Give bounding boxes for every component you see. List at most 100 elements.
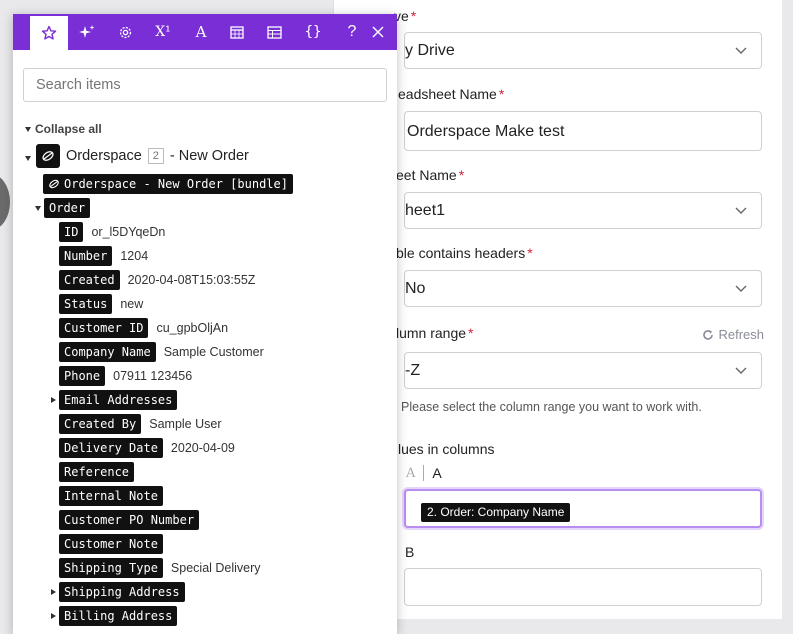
- order-item-row[interactable]: ID or_l5DYqeDn: [59, 222, 165, 242]
- order-item-key[interactable]: Created By: [59, 414, 142, 434]
- column-range-label: lumn range *: [396, 325, 474, 341]
- chevron-down-icon: [735, 285, 747, 292]
- tab-favorites[interactable]: [30, 16, 68, 50]
- module-settings-form: ve * y Drive eadsheet Name * Orderspace Ma…: [333, 0, 782, 619]
- order-item-row[interactable]: Customer Note: [59, 534, 163, 554]
- order-collection[interactable]: Order: [35, 198, 91, 218]
- order-item-row[interactable]: Shipping Type Special Delivery: [59, 558, 261, 578]
- tab-date[interactable]: [218, 14, 256, 50]
- order-item-value: 07911 123456: [113, 369, 193, 383]
- spreadsheet-name-label-text: eadsheet Name: [398, 86, 497, 102]
- sheet-name-select[interactable]: heet1: [404, 192, 762, 229]
- tab-math[interactable]: X¹: [144, 14, 182, 50]
- search-input[interactable]: [23, 68, 387, 102]
- spreadsheet-name-value: Orderspace Make test: [407, 123, 565, 140]
- drive-select[interactable]: y Drive: [404, 32, 762, 69]
- drive-label: ve *: [394, 8, 416, 24]
- order-item-key[interactable]: Internal Note: [59, 486, 163, 506]
- table-icon: [266, 25, 282, 39]
- column-range-hint: Please select the column range you want …: [401, 400, 702, 414]
- column-b-label: B: [405, 544, 415, 560]
- column-a-input[interactable]: 2. Order: Company Name: [404, 489, 762, 528]
- braces-icon: {}: [304, 24, 322, 40]
- tab-ai[interactable]: [68, 14, 106, 50]
- order-item-key[interactable]: Shipping Address: [59, 582, 185, 602]
- order-item-row[interactable]: Company Name Sample Customer: [59, 342, 264, 362]
- order-tag[interactable]: Order: [44, 198, 91, 218]
- column-range-select[interactable]: -Z: [404, 352, 762, 389]
- collapse-all-button[interactable]: Collapse all: [25, 122, 102, 136]
- sheet-name-label: eet Name *: [396, 167, 464, 183]
- mapping-panel: X¹ A {} ? Collapse all Orderspace 2: [13, 14, 397, 634]
- column-range-label-text: lumn range: [396, 325, 467, 341]
- order-item-key[interactable]: Created: [59, 270, 120, 290]
- order-item-key[interactable]: Number: [59, 246, 113, 266]
- contains-headers-value: No: [405, 280, 426, 297]
- order-item-row[interactable]: Created By Sample User: [59, 414, 222, 434]
- caret-right-icon[interactable]: [51, 589, 56, 595]
- module-suffix: - New Order: [169, 148, 249, 164]
- order-item-key[interactable]: Company Name: [59, 342, 156, 362]
- order-item-row[interactable]: Status new: [59, 294, 143, 314]
- sheet-name-label-text: eet Name: [396, 167, 457, 183]
- sheet-name-value: heet1: [405, 202, 446, 219]
- close-button[interactable]: [359, 14, 397, 50]
- caret-right-icon[interactable]: [51, 613, 56, 619]
- order-item-key[interactable]: Phone: [59, 366, 106, 386]
- order-item-row[interactable]: Shipping Address: [51, 582, 185, 602]
- order-item-row[interactable]: Delivery Date 2020-04-09: [59, 438, 235, 458]
- text-type-icon: A: [406, 465, 416, 481]
- divider: [423, 465, 425, 481]
- order-item-row[interactable]: Created 2020-04-08T15:03:55Z: [59, 270, 255, 290]
- contains-headers-select[interactable]: No: [404, 270, 762, 307]
- orderspace-logo-icon: [36, 144, 60, 168]
- column-b-input[interactable]: [404, 568, 762, 606]
- order-item-value: 2020-04-09: [170, 441, 235, 455]
- drive-value: y Drive: [405, 42, 455, 59]
- order-item-value: cu_gpbOljAn: [156, 321, 229, 335]
- order-item-key[interactable]: Billing Address: [59, 606, 178, 626]
- order-item-row[interactable]: Customer PO Number: [59, 510, 200, 530]
- panel-tab-bar: X¹ A {} ?: [13, 14, 397, 50]
- order-item-key[interactable]: Customer Note: [59, 534, 163, 554]
- bundle-tag[interactable]: Orderspace - New Order [bundle]: [43, 174, 293, 194]
- required-marker: *: [527, 245, 533, 261]
- order-item-key[interactable]: Status: [59, 294, 113, 314]
- order-item-value: or_l5DYqeDn: [91, 225, 166, 239]
- order-item-value: 1204: [120, 249, 149, 263]
- refresh-button[interactable]: Refresh: [702, 327, 764, 342]
- order-item-row[interactable]: Phone 07911 123456: [59, 366, 192, 386]
- order-item-key[interactable]: Delivery Date: [59, 438, 163, 458]
- bundle-item[interactable]: Orderspace - New Order [bundle]: [43, 174, 293, 194]
- order-item-value: 2020-04-08T15:03:55Z: [127, 273, 256, 287]
- refresh-icon: [703, 329, 714, 340]
- order-item-row[interactable]: Reference: [59, 462, 135, 482]
- refresh-label: Refresh: [718, 327, 764, 342]
- tab-functions[interactable]: {}: [294, 14, 332, 50]
- order-item-row[interactable]: Billing Address: [51, 606, 178, 626]
- order-item-row[interactable]: Customer ID cu_gpbOljAn: [59, 318, 228, 338]
- chevron-down-icon: [735, 367, 747, 374]
- tab-array[interactable]: [255, 14, 293, 50]
- order-item-key[interactable]: Email Addresses: [59, 390, 178, 410]
- order-item-key[interactable]: Reference: [59, 462, 135, 482]
- tab-general[interactable]: [106, 14, 144, 50]
- module-node[interactable]: Orderspace 2 - New Order: [25, 144, 249, 168]
- order-item-row[interactable]: Email Addresses: [51, 390, 178, 410]
- order-item-key[interactable]: ID: [59, 222, 84, 242]
- order-item-key[interactable]: Customer PO Number: [59, 510, 200, 530]
- scenario-module-node[interactable]: [0, 174, 10, 230]
- order-item-row[interactable]: Number 1204: [59, 246, 148, 266]
- tab-text[interactable]: A: [182, 14, 220, 50]
- caret-right-icon[interactable]: [51, 397, 56, 403]
- order-item-key[interactable]: Customer ID: [59, 318, 149, 338]
- order-item-row[interactable]: Internal Note: [59, 486, 163, 506]
- column-range-value: -Z: [405, 362, 421, 379]
- sparkle-icon: [79, 25, 95, 38]
- mapped-value-pill[interactable]: 2. Order: Company Name: [421, 503, 571, 522]
- help-icon: ?: [347, 23, 357, 40]
- chevron-down-icon: [735, 47, 747, 54]
- order-item-key[interactable]: Shipping Type: [59, 558, 163, 578]
- order-item-value: Sample User: [149, 417, 222, 431]
- spreadsheet-name-input[interactable]: Orderspace Make test: [404, 111, 762, 151]
